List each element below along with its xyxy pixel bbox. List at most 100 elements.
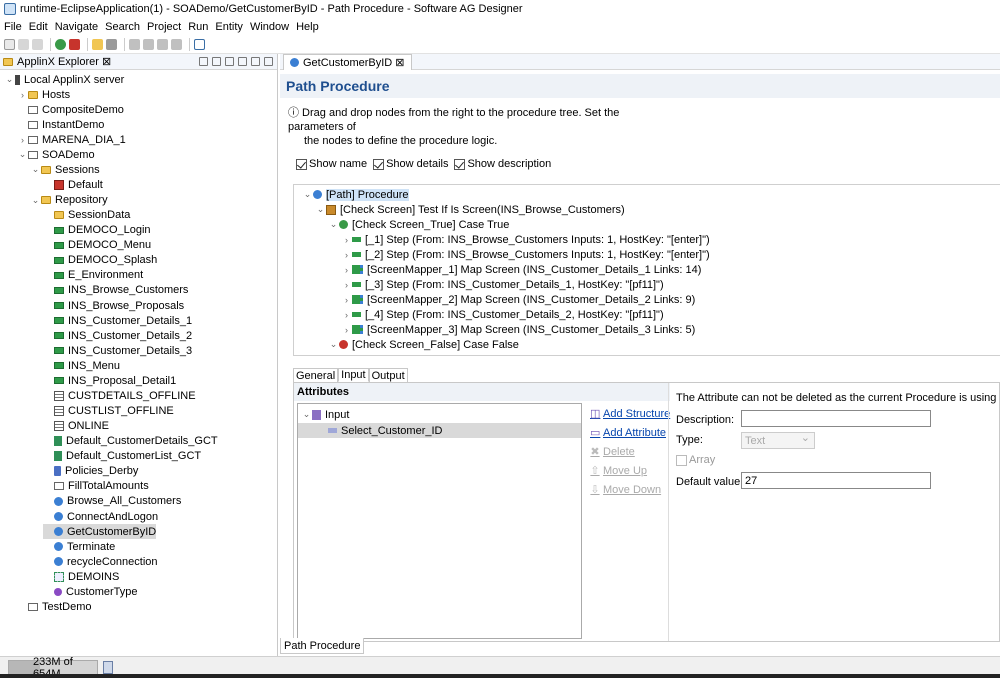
explorer-item[interactable]: › Hosts — [17, 87, 70, 102]
expand-arrow-icon[interactable]: ⌄ — [301, 409, 312, 420]
tab-general[interactable]: General — [293, 368, 339, 382]
menu-navigate[interactable]: Navigate — [55, 21, 98, 33]
procedure-node[interactable]: › [_4] Step (From: INS_Customer_Details_2… — [341, 307, 664, 322]
show-option-1[interactable]: Show details — [373, 158, 448, 170]
collapse-all-icon[interactable] — [199, 57, 208, 66]
expand-arrow-icon[interactable]: › — [341, 280, 352, 290]
explorer-item[interactable]: INS_Menu — [43, 358, 120, 373]
expand-arrow-icon[interactable]: ⌄ — [30, 164, 41, 175]
attribute-node[interactable]: ⌄ Input — [298, 407, 581, 422]
run-icon[interactable] — [55, 38, 66, 50]
move-up-button[interactable]: ⇧ Move Up — [590, 462, 670, 481]
search-icon[interactable] — [106, 38, 117, 50]
expand-arrow-icon[interactable]: ⌄ — [30, 195, 41, 206]
procedure-node[interactable]: › [ScreenMapper_1] Map Screen (INS_Custom… — [341, 262, 701, 277]
add-attribute-button[interactable]: ▭ Add Attribute — [590, 424, 670, 443]
expand-arrow-icon[interactable]: ⌄ — [328, 339, 339, 350]
explorer-tab[interactable]: ApplinX Explorer ⊠ — [0, 54, 277, 70]
memory-indicator[interactable]: 233M of 654M — [8, 656, 98, 678]
explorer-item[interactable]: DEMOCO_Splash — [43, 253, 157, 268]
menu-window[interactable]: Window — [250, 21, 289, 33]
explorer-item[interactable]: DEMOCO_Login — [43, 223, 151, 238]
show-option-2[interactable]: Show description — [454, 158, 551, 170]
explorer-item[interactable]: Default — [43, 177, 103, 192]
save-all-icon[interactable] — [32, 38, 43, 50]
menu-run[interactable]: Run — [188, 21, 208, 33]
expand-arrow-icon[interactable]: ⌄ — [4, 74, 15, 85]
array-checkbox[interactable]: Array — [676, 454, 715, 466]
debug-icon[interactable] — [69, 38, 80, 50]
array-check-box[interactable] — [676, 454, 687, 466]
show-option-0[interactable]: Show name — [296, 158, 367, 170]
explorer-item[interactable]: InstantDemo — [17, 117, 104, 132]
explorer-item[interactable]: Default_CustomerDetails_GCT — [43, 434, 218, 449]
menu-project[interactable]: Project — [147, 21, 181, 33]
explorer-item[interactable]: CompositeDemo — [17, 102, 124, 117]
explorer-item[interactable]: INS_Customer_Details_2 — [43, 328, 192, 343]
explorer-item[interactable]: DEMOCO_Menu — [43, 238, 151, 253]
tab-output[interactable]: Output — [368, 368, 408, 382]
expand-arrow-icon[interactable]: › — [341, 265, 352, 275]
garbage-collect-icon[interactable] — [103, 661, 113, 674]
expand-arrow-icon[interactable]: ⌄ — [328, 219, 339, 230]
explorer-item[interactable]: TestDemo — [17, 599, 92, 614]
expand-arrow-icon[interactable]: › — [341, 295, 352, 305]
procedure-node[interactable]: › [_3] Step (From: INS_Customer_Details_1… — [341, 277, 664, 292]
explorer-item[interactable]: Browse_All_Customers — [43, 494, 181, 509]
explorer-item[interactable]: INS_Browse_Proposals — [43, 298, 184, 313]
expand-arrow-icon[interactable]: ⌄ — [302, 189, 313, 200]
explorer-item[interactable]: INS_Customer_Details_3 — [43, 343, 192, 358]
new-icon[interactable] — [4, 38, 15, 50]
expand-arrow-icon[interactable]: › — [341, 325, 352, 335]
procedure-node[interactable]: ⌄ [Check Screen] Test If Is Screen(INS_Br… — [315, 202, 625, 217]
search-icon[interactable] — [225, 57, 234, 66]
explorer-item[interactable]: Default_CustomerList_GCT — [43, 449, 201, 464]
explorer-item[interactable]: E_Environment — [43, 268, 143, 283]
procedure-node[interactable]: › [_2] Step (From: INS_Browse_Customers I… — [341, 247, 710, 262]
explorer-item[interactable]: CUSTDETAILS_OFFLINE — [43, 388, 196, 403]
explorer-item[interactable]: ⌄ Repository — [30, 193, 108, 208]
explorer-item[interactable]: › MARENA_DIA_1 — [17, 132, 126, 147]
explorer-item[interactable]: ConnectAndLogon — [43, 509, 158, 524]
explorer-item[interactable]: Terminate — [43, 539, 115, 554]
next-annotation-icon[interactable] — [129, 38, 140, 50]
checkbox[interactable] — [454, 158, 466, 170]
menu-file[interactable]: File — [4, 21, 22, 33]
editor-tab-getcustomerbyid[interactable]: GetCustomerByID ⊠ — [283, 53, 412, 70]
checkbox[interactable] — [296, 158, 307, 170]
menu-help[interactable]: Help — [296, 21, 319, 33]
back-icon[interactable] — [157, 38, 168, 50]
menu-edit[interactable]: Edit — [29, 21, 48, 33]
explorer-item[interactable]: INS_Browse_Customers — [43, 283, 188, 298]
minimize-icon[interactable] — [251, 57, 260, 66]
maximize-icon[interactable] — [264, 57, 273, 66]
delete-button[interactable]: ✖ Delete — [590, 443, 670, 462]
explorer-item[interactable]: ⌄ Sessions — [30, 162, 100, 177]
explorer-item[interactable]: GetCustomerByID — [43, 524, 157, 540]
expand-arrow-icon[interactable]: › — [341, 310, 352, 320]
explorer-item[interactable]: Policies_Derby — [43, 464, 138, 479]
menu-search[interactable]: Search — [105, 21, 140, 33]
expand-arrow-icon[interactable]: › — [17, 135, 28, 145]
procedure-node[interactable]: › [ScreenMapper_2] Map Screen (INS_Custom… — [341, 292, 695, 307]
explorer-item[interactable]: ONLINE — [43, 419, 109, 434]
bottom-tab-path-procedure[interactable]: Path Procedure — [280, 638, 365, 654]
explorer-item[interactable]: recycleConnection — [43, 554, 158, 569]
link-icon[interactable] — [212, 57, 221, 66]
expand-arrow-icon[interactable]: ⌄ — [315, 204, 326, 215]
explorer-item[interactable]: FillTotalAmounts — [43, 479, 149, 494]
procedure-node[interactable]: ⌄ [Check Screen_True] Case True — [328, 217, 510, 232]
tab-input[interactable]: Input — [338, 368, 369, 382]
explorer-item[interactable]: DEMOINS — [43, 569, 119, 584]
explorer-item[interactable]: CUSTLIST_OFFLINE — [43, 404, 174, 419]
move-down-button[interactable]: ⇩ Move Down — [590, 481, 670, 500]
expand-arrow-icon[interactable]: ⌄ — [17, 149, 28, 160]
explorer-item[interactable]: SessionData — [43, 208, 130, 223]
expand-arrow-icon[interactable]: › — [341, 250, 352, 260]
explorer-item[interactable]: INS_Customer_Details_1 — [43, 313, 192, 328]
explorer-item[interactable]: ⌄ SOADemo — [17, 147, 95, 162]
filter-icon[interactable] — [238, 57, 247, 66]
procedure-node[interactable]: › [_1] Step (From: INS_Browse_Customers I… — [341, 232, 710, 247]
perspective-icon[interactable] — [194, 38, 205, 50]
procedure-node[interactable]: ⌄ [Check Screen_False] Case False — [328, 337, 519, 352]
